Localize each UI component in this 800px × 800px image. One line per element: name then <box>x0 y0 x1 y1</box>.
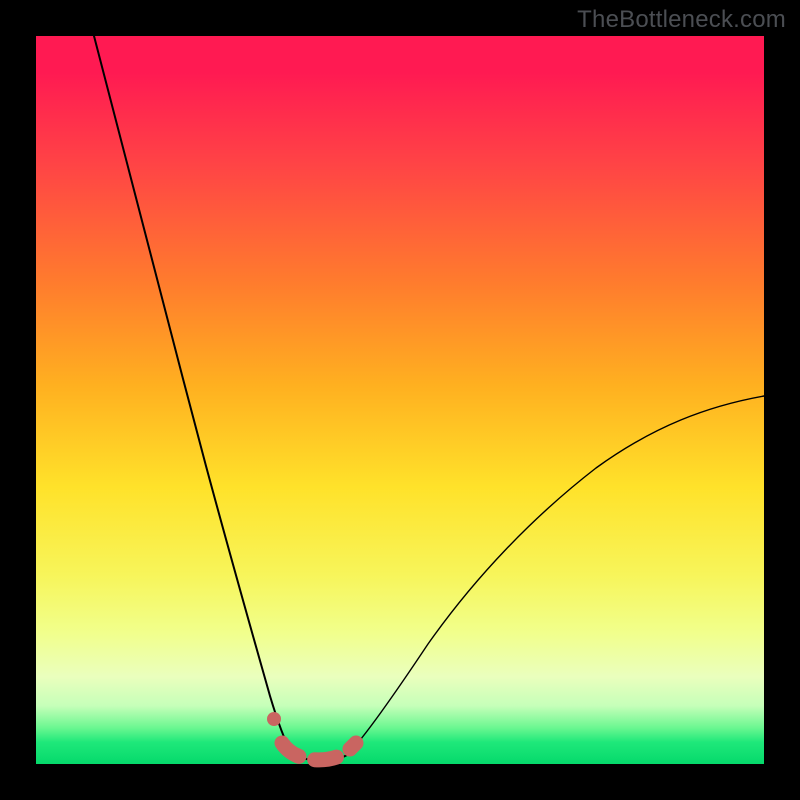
chart-svg <box>36 36 764 764</box>
bead-dot-isolated <box>267 712 281 726</box>
plot-area <box>36 36 764 764</box>
left-descent-curve <box>94 36 291 752</box>
right-ascent-curve <box>347 396 764 755</box>
outer-frame: TheBottleneck.com <box>0 0 800 800</box>
watermark-text: TheBottleneck.com <box>577 6 786 34</box>
bead-segment-valley <box>282 743 356 760</box>
